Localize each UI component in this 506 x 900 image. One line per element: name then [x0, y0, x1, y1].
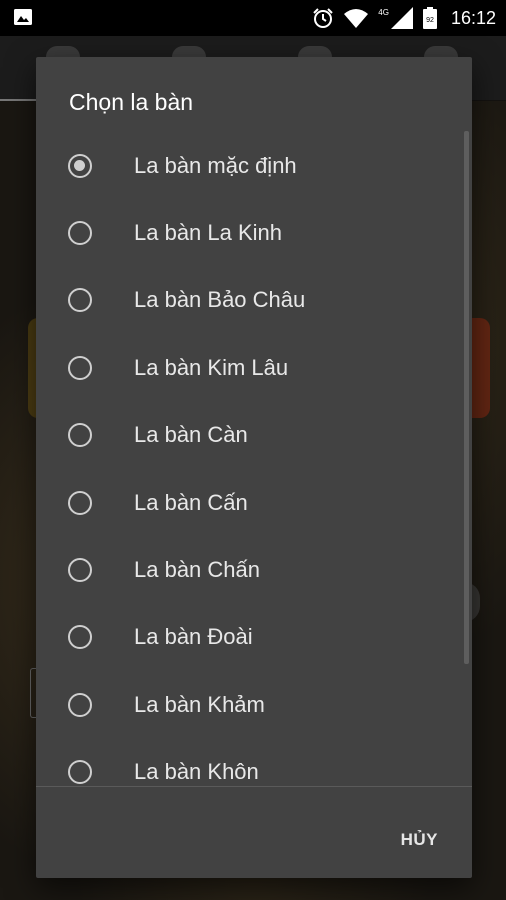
- option-label: La bàn Khảm: [134, 691, 265, 717]
- network-type: 4G: [378, 7, 389, 17]
- compass-option[interactable]: La bàn Kim Lâu: [36, 334, 472, 401]
- compass-option[interactable]: La bàn Đoài: [36, 604, 472, 671]
- battery-icon: 92: [422, 7, 437, 29]
- battery-level: 92: [426, 17, 434, 24]
- radio-button[interactable]: [68, 558, 92, 583]
- status-time: 16:12: [450, 7, 496, 28]
- option-label: La bàn La Kinh: [134, 220, 283, 246]
- compass-option[interactable]: La bàn Càn: [36, 402, 472, 469]
- cellular-signal-icon: [390, 7, 413, 29]
- radio-button[interactable]: [68, 625, 92, 650]
- radio-button[interactable]: [68, 355, 92, 380]
- radio-button[interactable]: [68, 423, 92, 448]
- option-label: La bàn Kim Lâu: [134, 354, 289, 380]
- option-label: La bàn Bảo Châu: [134, 287, 306, 313]
- compass-option[interactable]: La bàn Khôn: [36, 739, 472, 786]
- option-label: La bàn Càn: [134, 422, 248, 448]
- radio-button-checked[interactable]: [68, 153, 92, 178]
- dialog-divider: [36, 786, 472, 787]
- radio-button[interactable]: [68, 288, 92, 313]
- compass-option[interactable]: La bàn Cấn: [36, 469, 472, 536]
- option-label: La bàn Cấn: [134, 489, 248, 515]
- option-label: La bàn mặc định: [134, 152, 297, 178]
- compass-select-dialog: Chọn la bàn La bàn mặc định La bàn La Ki…: [36, 57, 472, 878]
- option-label: La bàn Khôn: [134, 759, 259, 785]
- compass-option-list[interactable]: La bàn mặc định La bàn La Kinh La bàn Bả…: [36, 132, 472, 786]
- option-label: La bàn Chấn: [134, 557, 260, 583]
- cancel-button[interactable]: HỦY: [393, 823, 446, 857]
- dialog-title: Chọn la bàn: [69, 89, 194, 115]
- radio-button[interactable]: [68, 692, 92, 717]
- wifi-icon: [344, 9, 369, 28]
- image-icon: [14, 9, 32, 25]
- status-bar: 4G 92 16:12: [0, 0, 506, 36]
- background-compass-rim: [470, 318, 490, 418]
- radio-button[interactable]: [68, 760, 92, 785]
- radio-button[interactable]: [68, 490, 92, 515]
- alarm-icon: [313, 8, 333, 28]
- scrollbar[interactable]: [464, 131, 469, 664]
- compass-option[interactable]: La bàn La Kinh: [36, 199, 472, 266]
- radio-button[interactable]: [68, 221, 92, 246]
- compass-option[interactable]: La bàn Khảm: [36, 671, 472, 738]
- option-label: La bàn Đoài: [134, 624, 253, 650]
- compass-option[interactable]: La bàn Chấn: [36, 536, 472, 603]
- compass-option[interactable]: La bàn mặc định: [36, 132, 472, 199]
- compass-option[interactable]: La bàn Bảo Châu: [36, 267, 472, 334]
